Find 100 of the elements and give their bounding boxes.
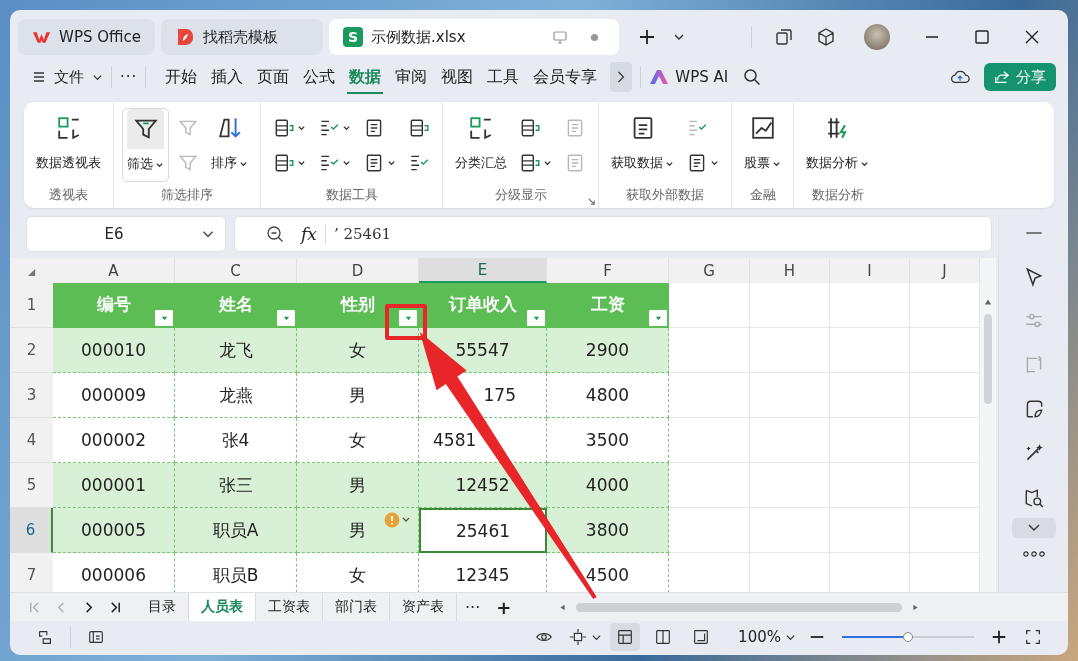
zoom-in-icon[interactable] [990,628,1008,646]
column-header[interactable]: H [750,258,830,283]
split-view-icon [654,628,673,646]
sheet-tab[interactable]: 工资表 [256,593,323,621]
last-sheet-icon[interactable] [109,600,122,614]
macro-icon[interactable] [36,628,54,646]
ribbon-button[interactable]: 数据透视表 [32,108,105,182]
cube-icon[interactable] [816,27,836,47]
table-cell: 女 [297,328,419,373]
spreadsheet-logo: S [343,27,363,47]
column-header[interactable]: J [910,258,980,283]
chevron-down-icon [1026,523,1041,533]
ribbon-tab[interactable]: 审阅 [388,60,435,94]
more-sheets-button[interactable]: ··· [457,597,489,617]
column-header[interactable]: D [297,258,419,283]
column-header[interactable]: F [547,258,669,283]
chevron-right-icon [616,70,627,84]
ribbon-tab[interactable]: 数据 [342,60,389,94]
view-mode-button[interactable] [610,623,641,651]
move-icon[interactable] [569,628,588,646]
vertical-scrollbar[interactable] [980,258,996,592]
ribbon-tab[interactable]: 会员专享 [526,60,605,94]
row-header[interactable]: 4 [10,418,53,463]
ribbon-tab[interactable]: 公式 [296,60,343,94]
column-header[interactable]: E [419,258,547,283]
cell-text: 男 [349,518,366,542]
select-all-icon[interactable] [27,268,36,277]
column-header[interactable]: I [830,258,910,283]
ai-button[interactable]: WPS AI [649,68,729,86]
filter-dropdown-button[interactable] [399,310,417,326]
group-title: 透视表 [49,186,88,204]
maximize-icon[interactable] [972,27,992,47]
table-cell: 000010 [53,328,175,373]
grid-view-icon [616,628,635,646]
new-tab-icon[interactable] [637,27,657,47]
table-cell: 张4 [175,418,297,463]
scroll-right-button[interactable] [610,62,633,92]
name-box[interactable]: E6 [26,216,226,252]
more-button[interactable]: ··· [120,68,138,86]
caret-icon [710,158,719,167]
slider-thumb[interactable] [903,632,913,642]
row-header[interactable]: 3 [10,373,53,418]
fullscreen-icon[interactable] [1024,628,1042,646]
scroll-left-icon[interactable] [559,603,567,611]
row-header[interactable]: 6 [10,508,53,553]
ribbon-tab[interactable]: 视图 [434,60,481,94]
share-icon [994,69,1010,85]
column-header[interactable]: C [175,258,297,283]
user-avatar[interactable] [864,24,890,50]
table-cell: 4000 [547,463,669,508]
zoom-level-button[interactable]: 100% [738,628,781,646]
document-tab[interactable]: S 示例数据.xlsx [329,19,619,55]
filter-dropdown-button[interactable] [649,310,667,326]
header-text: 工资 [591,293,625,316]
table-cell: 职员A [175,508,297,553]
caret-icon [387,158,396,167]
group-title: 金融 [749,186,776,204]
group-title: 筛选排序 [161,186,213,204]
function-button[interactable]: fx [301,224,317,244]
table-cell: 000005 [53,508,175,553]
scroll-right-icon[interactable] [912,603,920,611]
ribbon-tab[interactable]: 页面 [250,60,297,94]
sheet-tab[interactable]: 部门表 [323,593,390,621]
ribbon-button[interactable]: 股票 [740,108,785,182]
ribbon-button[interactable]: 排序 [207,108,252,182]
scroll-down-button[interactable] [1011,518,1056,538]
ribbon-tab[interactable]: 插入 [204,60,251,94]
ribbon-tab[interactable]: 开始 [158,60,205,94]
share-button[interactable]: 分享 [984,63,1056,91]
windows-icon[interactable] [774,27,794,47]
document-tab[interactable]: 找稻壳模板 [161,19,323,55]
ribbon-button[interactable]: 分类汇总 [451,108,511,182]
column-header[interactable]: A [53,258,175,283]
sidebar-panel-icon[interactable] [87,628,105,646]
filter-dropdown-button[interactable] [527,310,545,326]
zoom-out-icon[interactable] [265,224,285,244]
row-header[interactable]: 7 [10,553,53,592]
document-tab[interactable]: WPS Office [18,19,155,55]
file-menu-button[interactable]: 文件 [32,67,103,87]
filter-dropdown-button[interactable] [277,310,295,326]
row-header[interactable]: 5 [10,463,53,508]
sheet-tab[interactable]: 资产表 [390,593,457,621]
ribbon-tab[interactable]: 工具 [480,60,527,94]
page-view-icon [692,628,711,646]
add-sheet-button[interactable]: + [488,596,520,618]
column-header[interactable]: G [669,258,750,283]
scroll-up-icon[interactable] [984,298,992,306]
table-cell: 3800 [547,508,669,553]
search-icon[interactable] [742,67,763,87]
row-header[interactable]: 1 [10,283,53,328]
ribbon-button[interactable]: 获取数据 [607,108,678,182]
sheet-tab[interactable]: 人员表 [189,593,256,621]
scrollbar-thumb[interactable] [984,314,992,404]
dialog-launcher-icon[interactable] [587,197,596,206]
row-header[interactable]: 2 [10,328,53,373]
formula-field[interactable]: fx ’ 25461 [234,216,992,252]
more-icon[interactable] [1021,550,1046,558]
ribbon-button[interactable]: 筛选 [122,108,169,182]
filter-dropdown-button[interactable] [155,310,173,326]
ribbon-button[interactable]: 数据分析 [802,108,873,182]
